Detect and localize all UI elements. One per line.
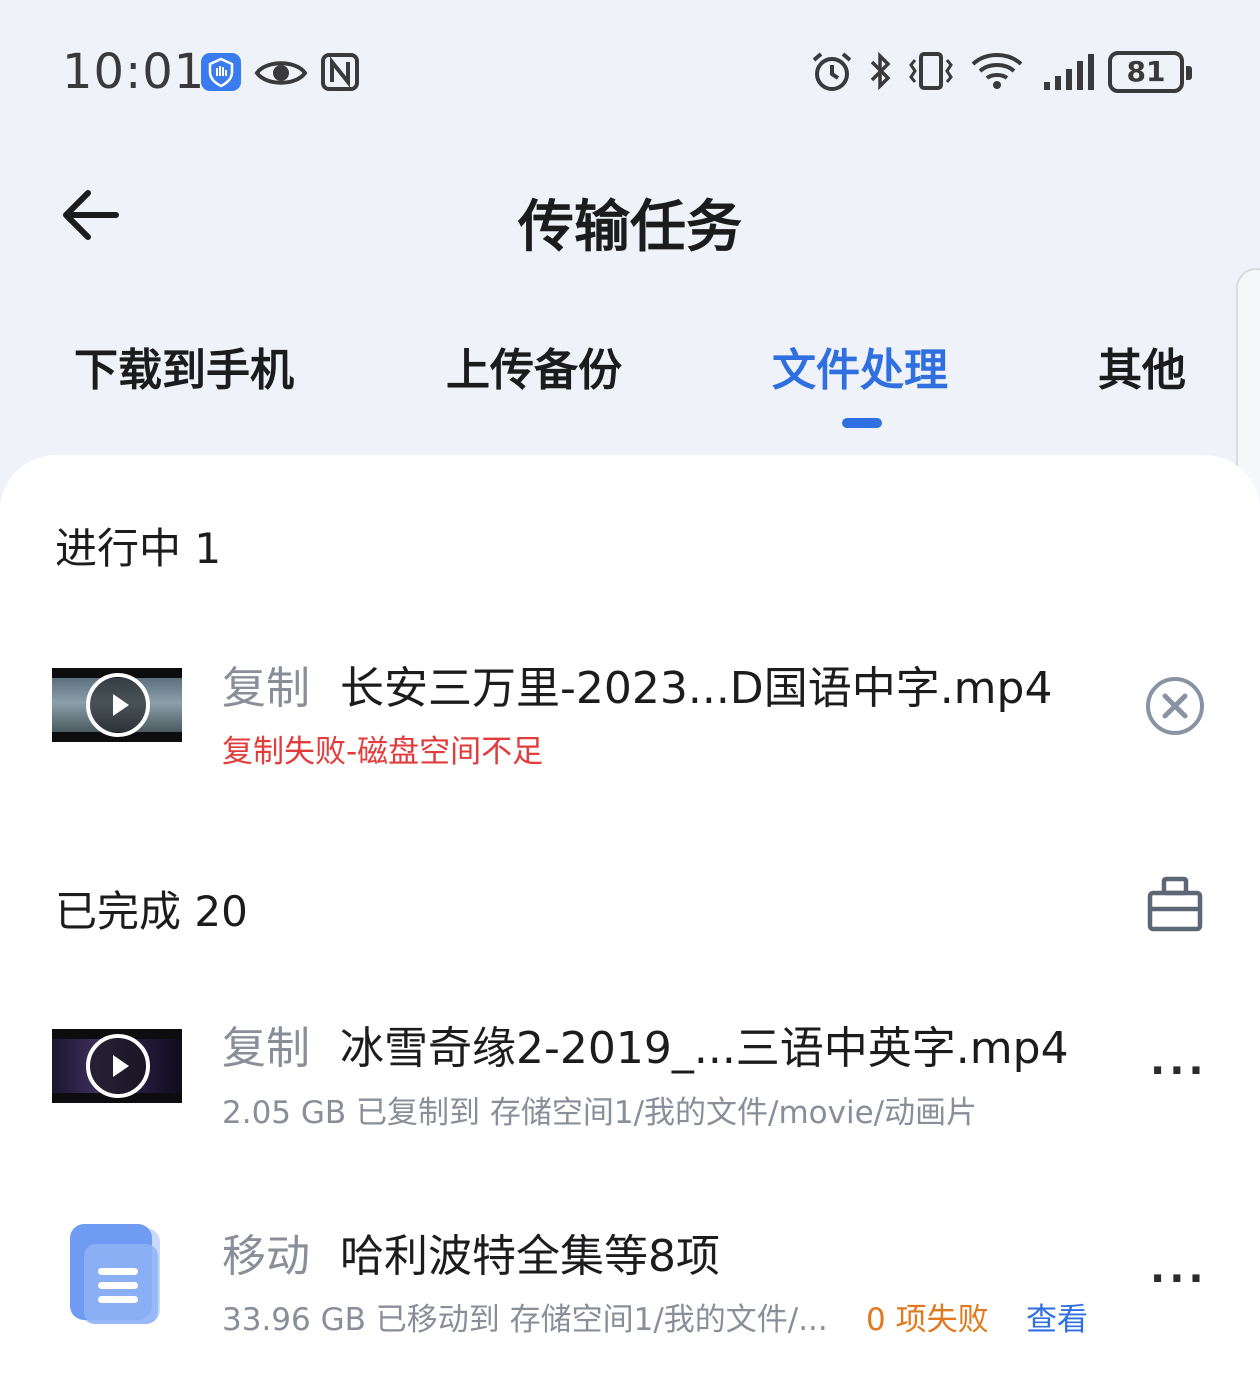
operation-label: 移动: [222, 1231, 310, 1282]
tab-file-processing[interactable]: 文件处理: [772, 334, 948, 398]
tab-upload-backup[interactable]: 上传备份: [446, 334, 622, 398]
vibrate-icon: [906, 50, 956, 96]
active-tab-indicator: [842, 418, 882, 428]
more-options-button[interactable]: ...: [1150, 1038, 1208, 1084]
in-progress-title: 进行中 1: [55, 524, 222, 573]
file-name: 哈利波特全集等8项: [340, 1231, 720, 1282]
tab-other[interactable]: 其他: [1098, 334, 1186, 398]
copy-detail: 2.05 GB 已复制到 存储空间1/我的文件/movie/动画片: [222, 1095, 978, 1131]
status-bar: 10:01 81: [0, 0, 1260, 140]
document-stack-icon: [68, 1222, 164, 1328]
page-title: 传输任务: [518, 195, 742, 260]
move-detail: 33.96 GB 已移动到 存储空间1/我的文件/...: [222, 1302, 828, 1338]
cancel-task-button[interactable]: [1146, 677, 1204, 735]
file-name: 冰雪奇缘2-2019_...三语中英字.mp4: [340, 1023, 1069, 1074]
file-name: 长安三万里-2023...D国语中字.mp4: [340, 663, 1053, 714]
status-time: 10:01: [62, 44, 206, 100]
tab-download-to-phone[interactable]: 下载到手机: [74, 334, 294, 398]
error-status: 复制失败-磁盘空间不足: [222, 734, 544, 770]
play-icon: [86, 673, 150, 737]
view-link[interactable]: 查看: [1026, 1294, 1088, 1339]
signal-icon: [1042, 52, 1096, 96]
play-icon: [86, 1034, 150, 1098]
operation-label: 复制: [222, 1023, 310, 1074]
battery-indicator: 81: [1108, 51, 1192, 93]
nfc-icon: [320, 52, 360, 96]
bluetooth-icon: [866, 50, 896, 96]
more-options-button[interactable]: ...: [1150, 1246, 1208, 1292]
video-thumbnail: [52, 668, 182, 742]
video-thumbnail: [52, 1029, 182, 1103]
broom-icon: [1146, 876, 1204, 936]
alarm-icon: [810, 50, 854, 98]
operation-label: 复制: [222, 663, 310, 714]
eye-icon: [254, 56, 308, 94]
clear-completed-button[interactable]: [1146, 876, 1204, 932]
wifi-icon: [970, 50, 1024, 96]
completed-title: 已完成 20: [55, 887, 248, 936]
hand-shield-icon: [200, 52, 242, 96]
fail-count: 0 项失败: [866, 1302, 989, 1338]
